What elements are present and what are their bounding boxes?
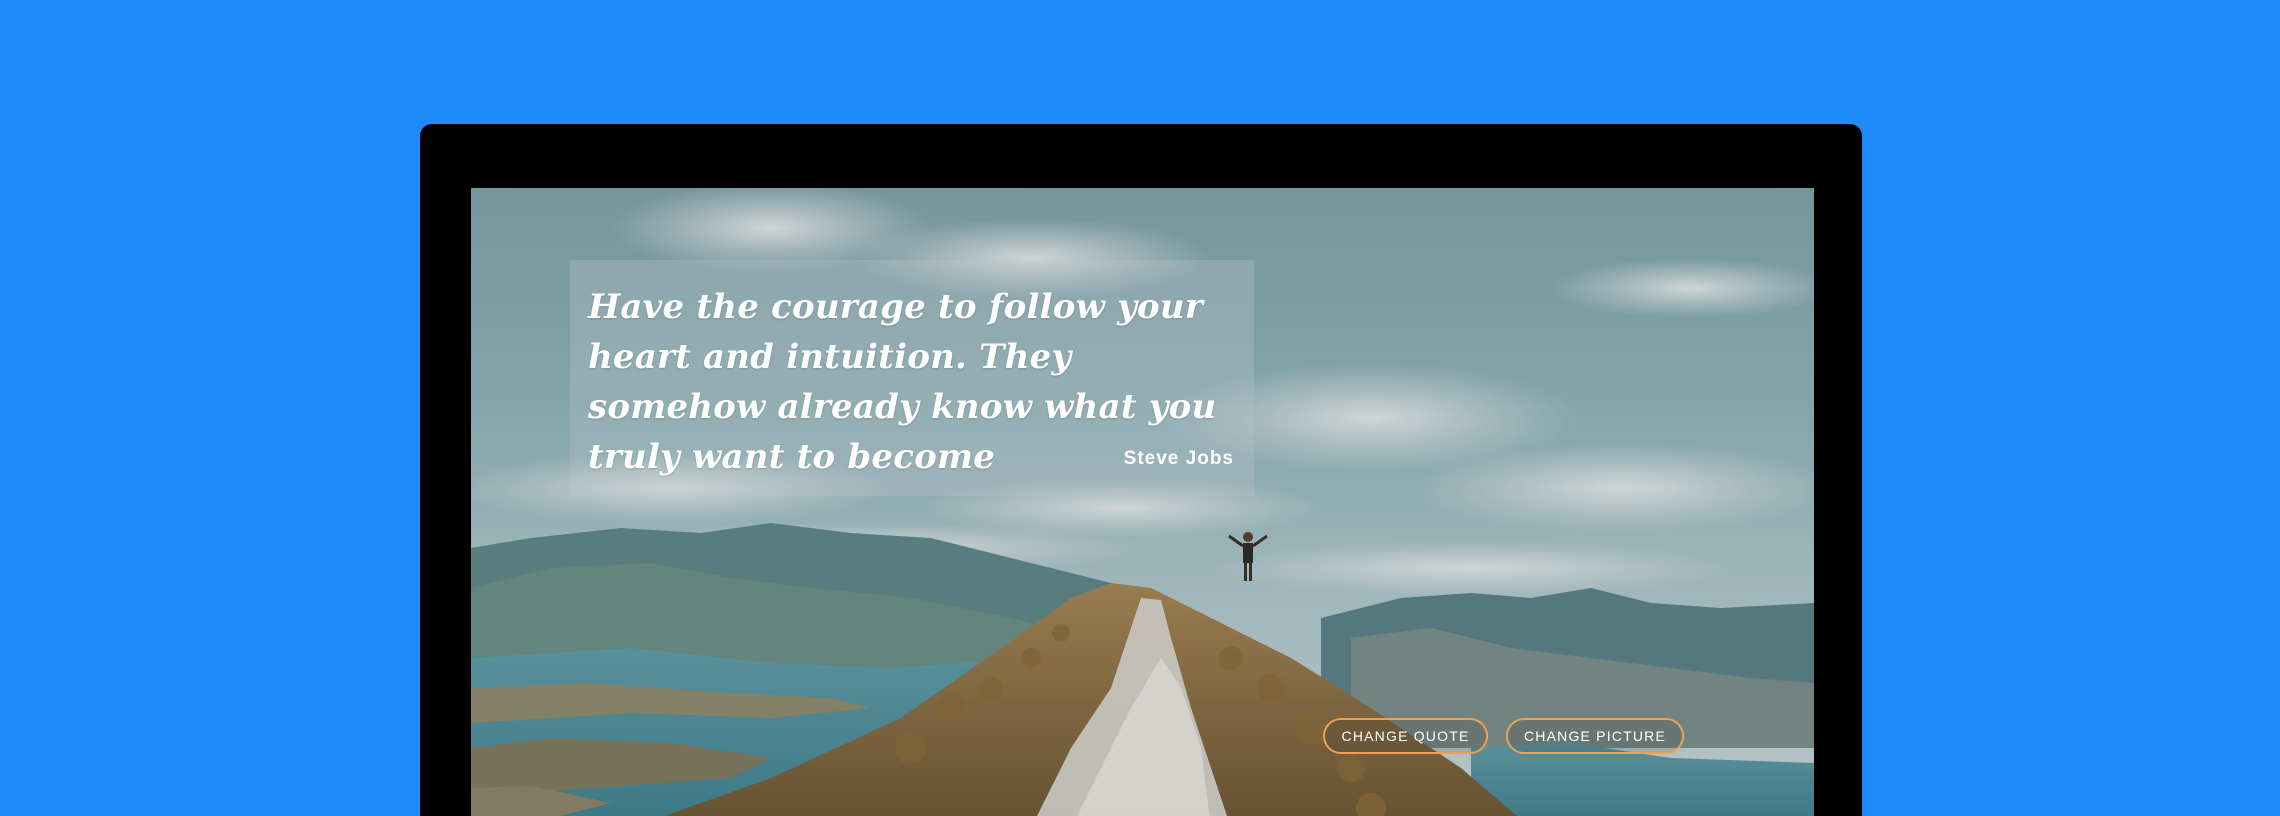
quote-author: Steve Jobs <box>1123 448 1234 469</box>
change-quote-button[interactable]: CHANGE QUOTE <box>1323 718 1488 754</box>
screen: Have the courage to follow your heart an… <box>471 188 1814 816</box>
page-background: Have the courage to follow your heart an… <box>0 0 2280 816</box>
change-picture-button[interactable]: CHANGE PICTURE <box>1506 718 1684 754</box>
monitor-frame: Have the courage to follow your heart an… <box>420 124 1862 816</box>
quote-card: Have the courage to follow your heart an… <box>570 260 1254 496</box>
